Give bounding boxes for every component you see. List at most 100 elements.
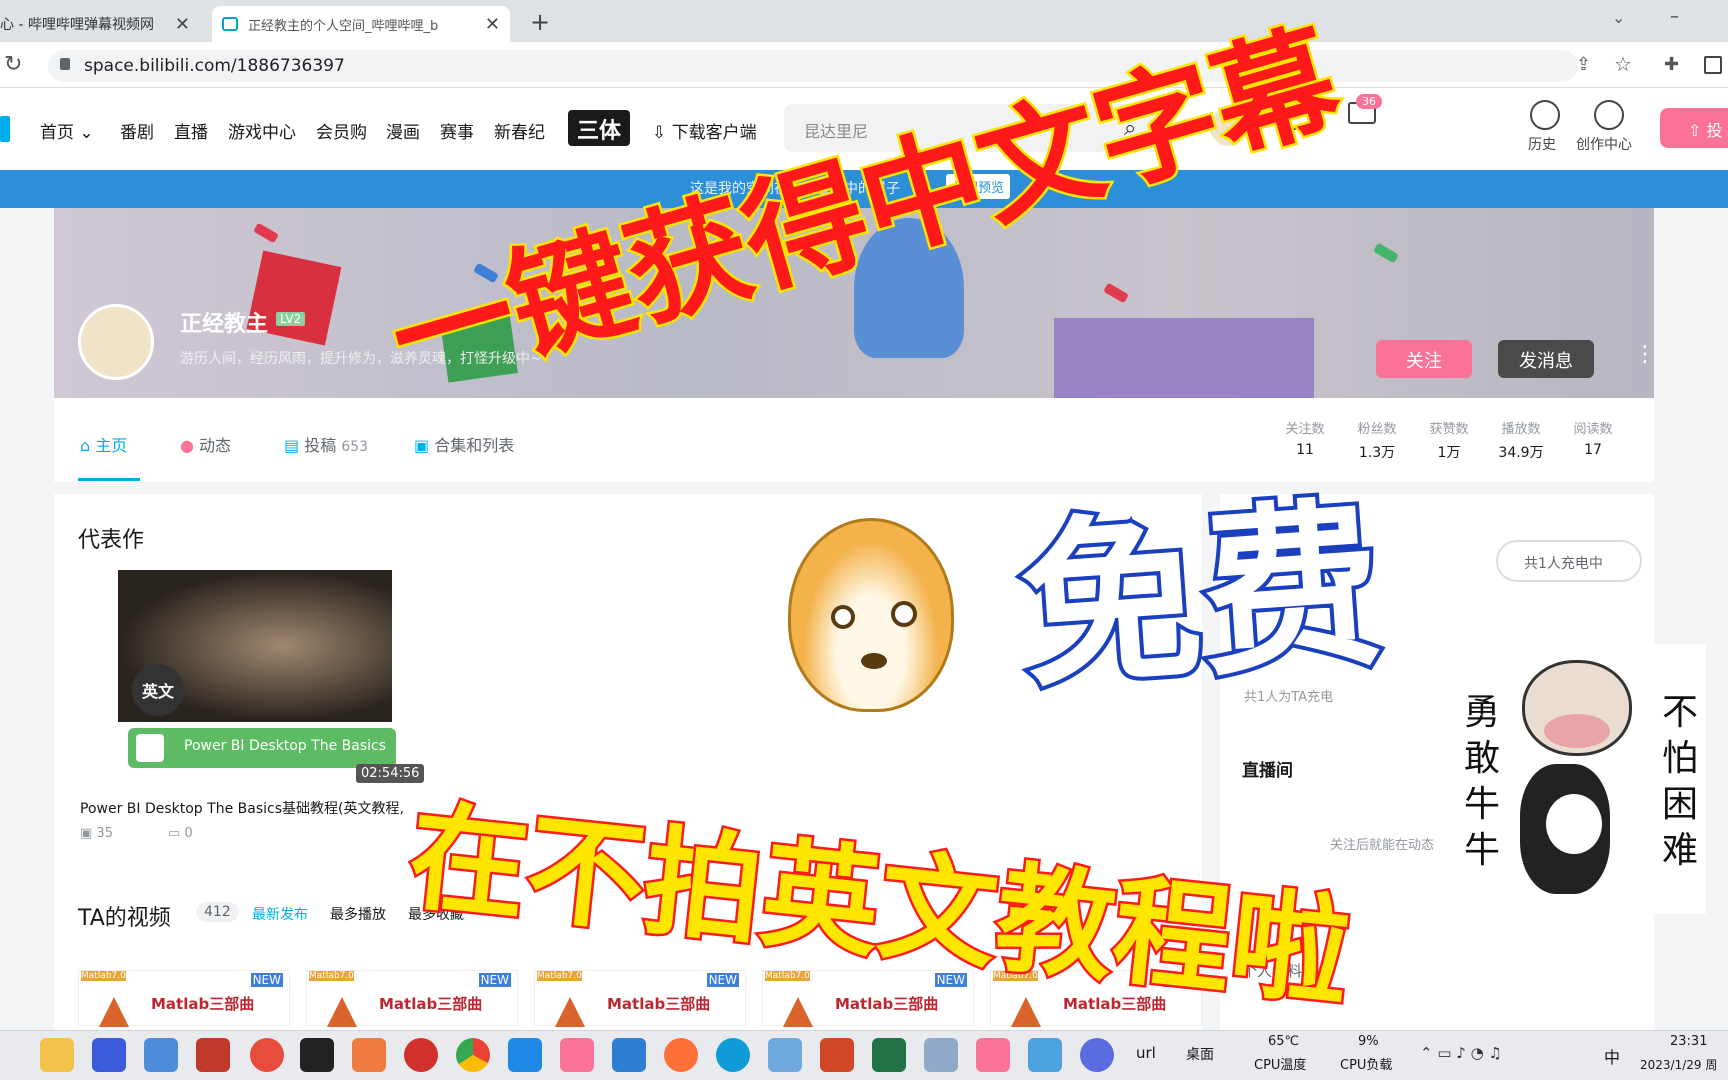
app-icon[interactable] [144,1038,178,1072]
app-icon[interactable] [1028,1038,1062,1072]
sort-most-played[interactable]: 最多播放 [330,904,386,924]
stat-reads-label: 阅读数 [1573,422,1613,437]
clock-date[interactable]: 2023/1/29 周 [1640,1056,1717,1073]
tab-home[interactable]: ⌂ 主页 [80,432,127,456]
tab-home-label: 主页 [95,436,128,455]
terminal-icon[interactable] [300,1038,334,1072]
bilibili-icon[interactable] [560,1038,594,1072]
nav-home[interactable]: 首页 ⌄ [40,118,94,143]
app-icon[interactable] [92,1038,126,1072]
video-tag: Matlab7.0 [765,971,810,981]
chrome-icon[interactable] [456,1038,490,1072]
stat-likes-label: 获赞数 [1429,422,1469,437]
ime-indicator[interactable]: 中 [1604,1044,1620,1068]
download-client[interactable]: ⇩ 下载客户端 [652,118,757,143]
nav-games[interactable]: 游戏中心 [228,118,296,143]
download-label: 下载客户端 [671,123,757,143]
creator-icon[interactable] [1594,100,1624,130]
cpu-load-value: 9% [1358,1034,1379,1049]
profile-avatar[interactable] [78,304,154,380]
nav-shop[interactable]: 会员购 [316,118,367,143]
file-explorer-icon[interactable] [40,1038,74,1072]
app-icon[interactable] [404,1038,438,1072]
app-icon[interactable] [250,1038,284,1072]
app-icon[interactable] [768,1038,802,1072]
browser-tab-2[interactable]: 正经教主的个人空间_哔哩哔哩_b ✕ [212,6,510,42]
app-icon[interactable] [1080,1038,1114,1072]
taskbar-url-label[interactable]: url [1136,1044,1156,1062]
tab-title: 正经教主的个人空间_哔哩哔哩_b [248,18,439,34]
upload-label: 投 [1706,121,1723,140]
new-tab-button[interactable]: + [530,8,550,36]
sidebar-toggle-icon[interactable] [1704,56,1722,74]
nav-home-label: 首页 [40,123,74,143]
nav-newyear[interactable]: 新春纪 [494,118,545,143]
santi-logo[interactable]: 三体 [568,110,630,146]
app-icon[interactable] [196,1038,230,1072]
extensions-icon[interactable]: ✚ [1664,54,1679,75]
powerpoint-icon[interactable] [820,1038,854,1072]
tray-icons[interactable]: ⌃ ▭ ♪ ◔ ♫ [1420,1044,1502,1062]
matlab-icon [555,997,585,1027]
reload-icon[interactable]: ↻ [4,52,22,77]
taskbar-desktop-label[interactable]: 桌面 [1186,1044,1214,1064]
video-card[interactable]: Matlab7.0 NEW Matlab三部曲 [78,970,290,1027]
sort-newest[interactable]: 最新发布 [252,904,308,924]
video-card[interactable]: Matlab7.0 NEW Matlab三部曲 [534,970,746,1027]
clock-time[interactable]: 23:31 [1670,1034,1707,1049]
charging-pill[interactable]: 共1人充电中 [1496,540,1642,582]
nav-live[interactable]: 直播 [174,118,208,143]
matlab-icon [783,997,813,1027]
video-card[interactable]: Matlab7.0 NEW Matlab三部曲 [306,970,518,1027]
video-title: Matlab三部曲 [379,995,483,1013]
minimize-icon[interactable]: – [1670,6,1679,27]
videos-heading: TA的视频 [78,906,171,931]
firefox-icon[interactable] [664,1038,698,1072]
live-room-heading: 直播间 [1242,761,1293,781]
bilibili-logo-icon[interactable] [0,116,10,142]
app-icon[interactable] [508,1038,542,1072]
new-badge: NEW [706,973,739,987]
confetti [1373,242,1399,264]
video-tag: Matlab7.0 [309,971,354,981]
app-icon[interactable] [352,1038,386,1072]
history-label: 历史 [1528,137,1556,153]
nav-anime[interactable]: 番剧 [120,118,154,143]
featured-comments: ▭ 0 [168,826,193,841]
cpu-load-label: CPU负载 [1340,1058,1393,1073]
overlay-free: 免费 [1010,477,1392,719]
nav-esports[interactable]: 赛事 [440,118,474,143]
cow-right-caption: 不怕困难 [1662,692,1699,871]
confetti [253,222,279,244]
stat-likes-value: 1万 [1437,445,1461,461]
close-icon[interactable]: ✕ [485,14,500,35]
stat-fans-label: 粉丝数 [1357,422,1397,437]
history-icon[interactable] [1530,100,1560,130]
nav-manga[interactable]: 漫画 [386,118,420,143]
edge-icon[interactable] [716,1038,750,1072]
featured-title[interactable]: Power BI Desktop The Basics基础教程(英文教程, [80,798,404,818]
tab-uploads[interactable]: ▤ 投稿 653 [284,432,368,456]
tab-dynamic[interactable]: ● 动态 [180,432,231,456]
matlab-icon [99,997,129,1027]
send-message-button[interactable]: 发消息 [1498,340,1594,378]
collections-icon: ▣ [414,436,435,455]
profile-name: 正经教主 [180,312,269,337]
app-icon[interactable] [612,1038,646,1072]
tab-collections[interactable]: ▣ 合集和列表 [414,432,514,456]
follow-button[interactable]: 关注 [1376,340,1472,378]
star-icon[interactable]: ☆ [1614,52,1632,76]
excel-taskbar-icon[interactable] [872,1038,906,1072]
app-icon[interactable] [924,1038,958,1072]
share-icon[interactable]: ⇪ [1576,54,1591,75]
app-icon[interactable] [976,1038,1010,1072]
more-icon[interactable]: ⋮ [1634,342,1656,367]
home-icon: ⌂ [80,436,96,455]
cow-left-caption: 勇敢牛牛 [1464,692,1501,871]
tab-search-icon[interactable]: ⌄ [1612,8,1625,27]
browser-tab-1[interactable]: 心 - 哔哩哔哩弹幕视频网 ✕ [0,6,200,42]
doge-eye [831,605,855,629]
url-field[interactable]: space.bilibili.com/1886736397 [48,50,1578,82]
upload-button[interactable]: ⇧ 投 [1660,108,1728,148]
close-icon[interactable]: ✕ [175,14,190,35]
